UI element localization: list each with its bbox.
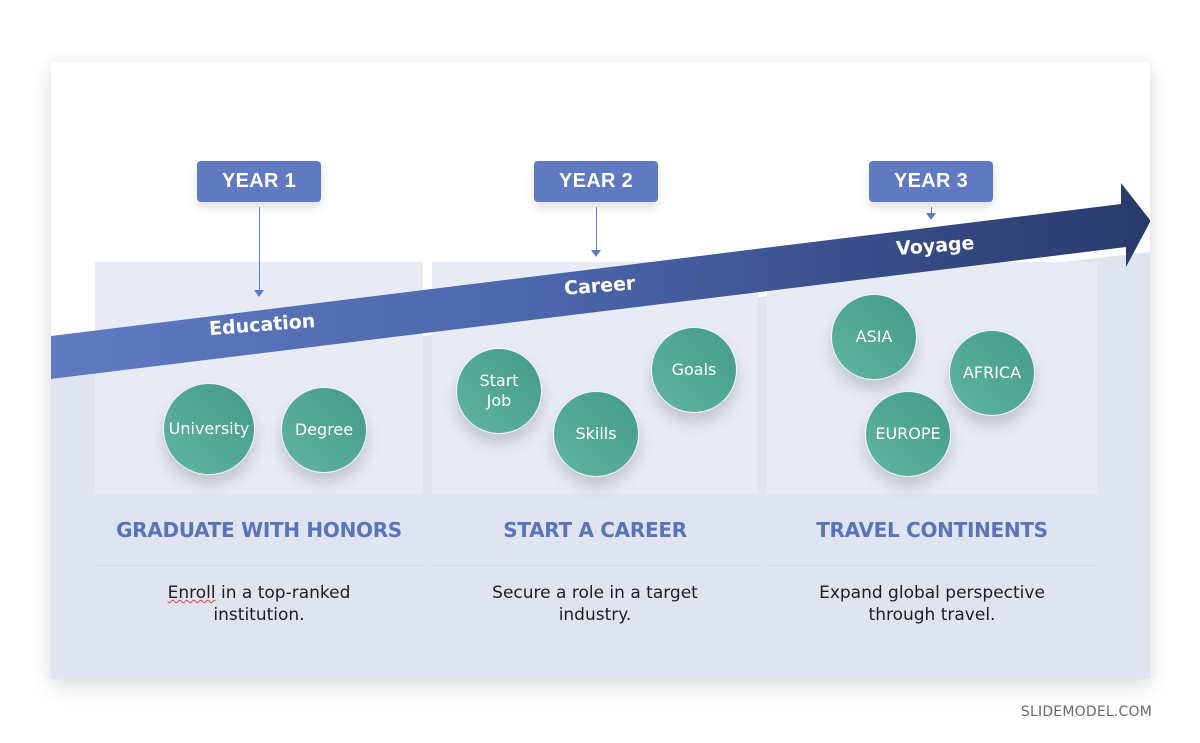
divider-3 xyxy=(767,565,1097,566)
bubble-goals: Goals xyxy=(651,327,737,413)
heading-start-a-career: START A CAREER xyxy=(503,518,687,542)
bubble-start-job-text: Start Job xyxy=(479,371,519,410)
bubble-africa: AFRICA xyxy=(949,330,1035,416)
divider-2 xyxy=(430,565,760,566)
year-2-label: YEAR 2 xyxy=(534,161,658,202)
divider-1 xyxy=(94,565,424,566)
bubble-university: University xyxy=(163,383,255,475)
heading-travel-continents: TRAVEL CONTINENTS xyxy=(816,518,1048,542)
slide: Education Career Voyage YEAR 1 YEAR 2 YE… xyxy=(51,62,1150,679)
bubble-europe: EUROPE xyxy=(865,391,951,477)
connector-year-2 xyxy=(596,207,597,251)
bubble-degree: Degree xyxy=(281,387,367,473)
watermark: SLIDEMODEL.COM xyxy=(1020,704,1152,720)
bubble-skills: Skills xyxy=(553,391,639,477)
arrow-down-icon xyxy=(254,290,264,297)
connector-year-1 xyxy=(259,207,260,291)
bubble-asia: ASIA xyxy=(831,294,917,380)
description-1: Enroll in a top-ranked institution. xyxy=(94,582,424,626)
year-1-label: YEAR 1 xyxy=(197,161,321,202)
description-1-misspelled-word: Enroll xyxy=(167,583,216,603)
bubble-start-job: Start Job xyxy=(456,348,542,434)
arrow-down-icon xyxy=(926,213,936,220)
description-3: Expand global perspective through travel… xyxy=(819,583,1045,625)
year-3-label: YEAR 3 xyxy=(869,161,993,202)
description-1-text: in a top-ranked institution. xyxy=(213,583,351,625)
description-2: Secure a role in a target industry. xyxy=(492,583,698,625)
arrow-down-icon xyxy=(591,250,601,257)
heading-graduate-with-honors: GRADUATE WITH HONORS xyxy=(116,518,402,542)
